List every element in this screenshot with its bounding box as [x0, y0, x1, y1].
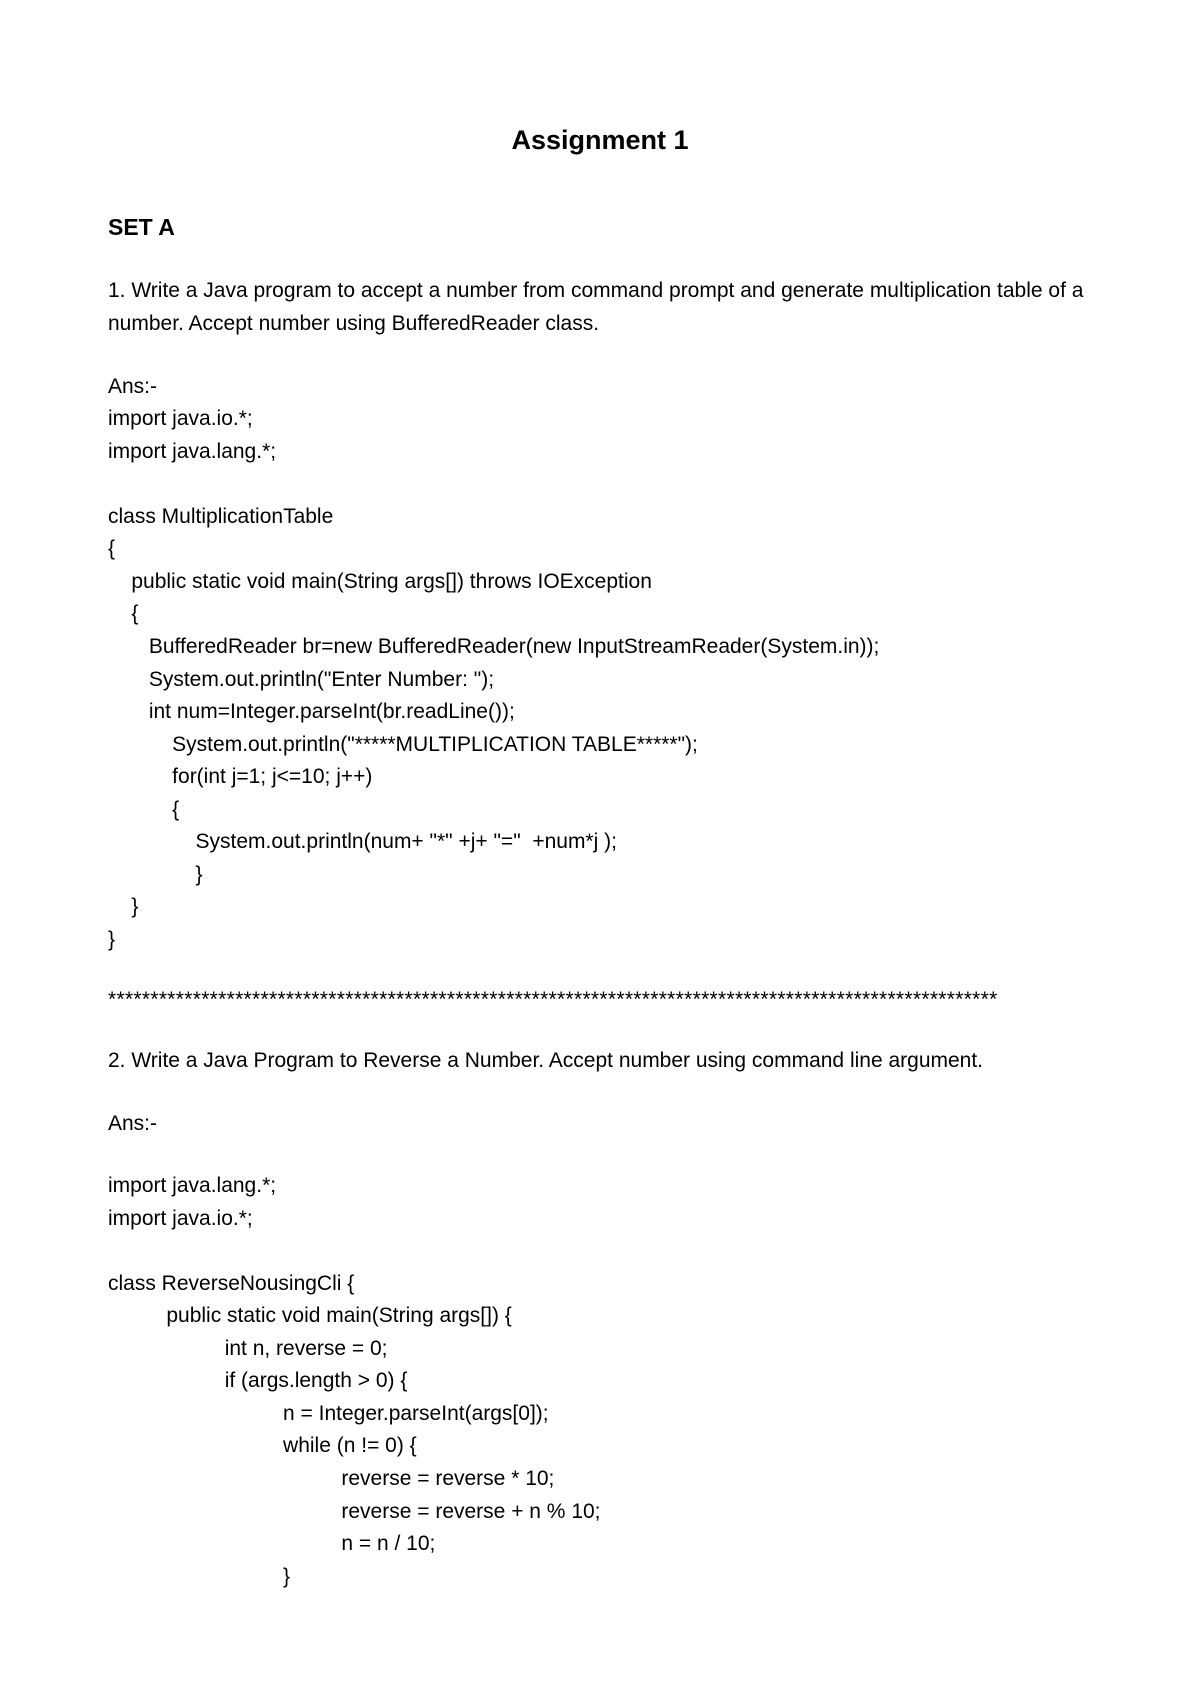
code-block-2: import java.lang.*; import java.io.*; cl… — [108, 1170, 1092, 1593]
question-2-text: 2. Write a Java Program to Reverse a Num… — [108, 1045, 1092, 1078]
question-1-text: 1. Write a Java program to accept a numb… — [108, 275, 1092, 340]
code-block-1: import java.io.*; import java.lang.*; cl… — [108, 403, 1092, 956]
set-heading: SET A — [108, 210, 1092, 246]
answer-1-label: Ans:- — [108, 371, 1092, 404]
answer-2-label: Ans:- — [108, 1108, 1092, 1141]
document-title: Assignment 1 — [108, 120, 1092, 162]
separator: ****************************************… — [108, 984, 1092, 1017]
